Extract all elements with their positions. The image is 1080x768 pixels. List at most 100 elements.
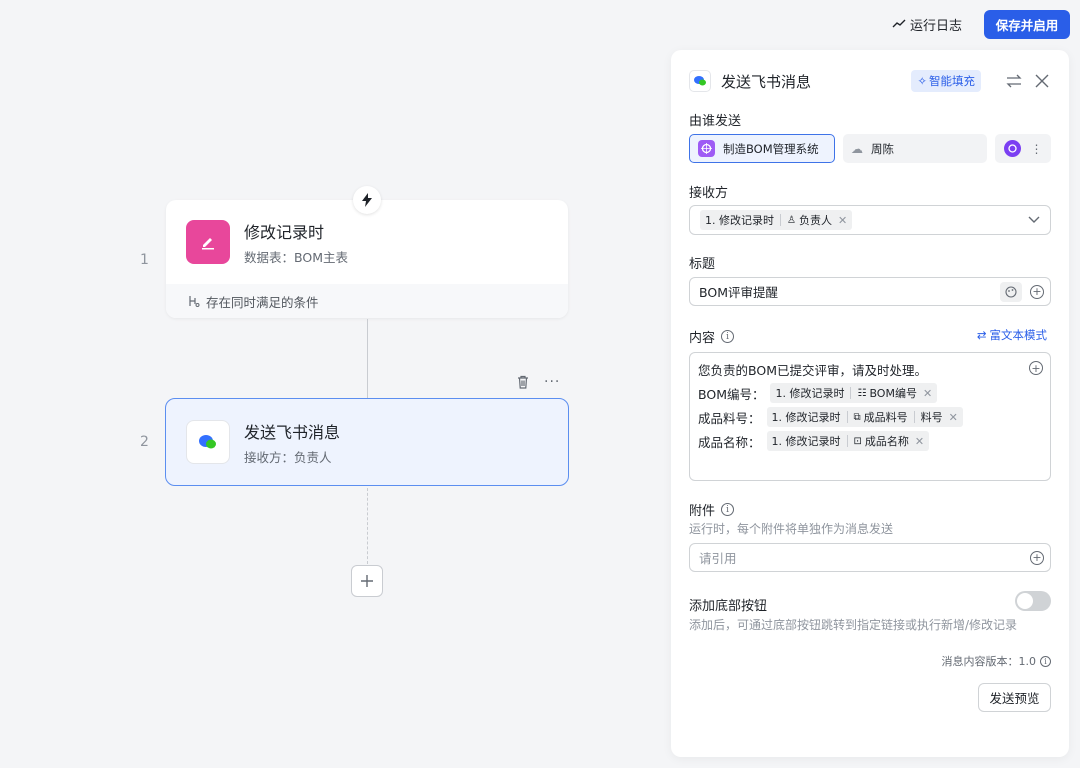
content-tag-source: 1. 修改记录时 [771, 411, 841, 424]
user-avatar-icon: ☁ [851, 141, 863, 156]
dashed-connector [367, 488, 368, 564]
run-log-button[interactable]: 运行日志 [892, 10, 962, 38]
step-number-2: 2 [140, 434, 149, 450]
tag-remove-icon[interactable]: ✕ [923, 387, 932, 400]
sender-option-app-label: 制造BOM管理系统 [723, 141, 819, 156]
trigger-node-title: 修改记录时 [244, 222, 325, 242]
palette-icon[interactable] [1000, 281, 1022, 302]
condition-label: 存在同时满足的条件 [206, 294, 319, 310]
content-tag: 1. 修改记录时 ⧉ 成品料号 料号 ✕ [766, 407, 963, 427]
list-icon: ☷ [857, 387, 867, 399]
receiver-tag-field: 负责人 [798, 214, 832, 227]
title-input[interactable]: BOM评审提醒 + [689, 277, 1051, 306]
trend-icon [892, 19, 906, 28]
content-line-prefix: BOM编号： [698, 386, 765, 402]
content-tag-field: BOM编号 [869, 387, 917, 400]
sparkle-icon: ✧ [917, 74, 927, 88]
tag-remove-icon[interactable]: ✕ [949, 411, 958, 424]
receiver-label: 接收方 [689, 186, 729, 201]
app-circle-icon [1003, 140, 1021, 157]
title-label: 标题 [689, 257, 716, 272]
app-logo-icon [698, 140, 715, 157]
content-label-row: 内容 i [689, 327, 735, 346]
attachment-label-row: 附件 i [689, 500, 735, 519]
content-editor[interactable]: 您负责的BOM已提交评审，请及时处理。 BOM编号： 1. 修改记录时 ☷ BO… [689, 352, 1051, 481]
content-tag: 1. 修改记录时 ☷ BOM编号 ✕ [770, 383, 938, 403]
trigger-node[interactable]: 修改记录时 数据表：BOM主表 存在同时满足的条件 [166, 200, 568, 318]
feishu-app-icon [689, 70, 711, 92]
rich-text-mode-button[interactable]: ⇄ 富文本模式 [977, 327, 1047, 343]
title-value: BOM评审提醒 [699, 285, 778, 300]
version-row: 消息内容版本：1.0 i [941, 653, 1051, 669]
save-and-enable-button[interactable]: 保存并启用 [984, 10, 1070, 39]
attachment-placeholder: 请引用 [699, 551, 737, 566]
add-reference-icon[interactable]: + [1030, 550, 1044, 565]
info-icon[interactable]: i [1040, 655, 1051, 667]
info-icon[interactable]: i [721, 330, 735, 343]
vertical-more-icon[interactable]: ⋮ [1031, 142, 1043, 156]
run-log-label: 运行日志 [910, 18, 963, 34]
swap-icon[interactable] [1005, 72, 1023, 90]
content-line: BOM编号： 1. 修改记录时 ☷ BOM编号 ✕ [698, 381, 1042, 405]
content-tag-field: 成品名称 [864, 435, 909, 448]
lightning-icon [353, 186, 381, 214]
send-preview-button[interactable]: 发送预览 [978, 683, 1051, 712]
content-line: 成品名称： 1. 修改记录时 ⊡ 成品名称 ✕ [698, 429, 1042, 453]
step-number-1: 1 [140, 252, 149, 268]
action-node-subtitle: 接收方：负责人 [244, 449, 332, 465]
content-label: 内容 [689, 331, 716, 346]
close-icon[interactable] [1033, 72, 1051, 90]
edit-icon [186, 220, 230, 264]
action-node-title: 发送飞书消息 [244, 422, 341, 442]
trash-icon[interactable] [516, 375, 530, 389]
more-icon[interactable]: ··· [544, 374, 560, 390]
sender-option-user-label: 周陈 [871, 141, 894, 156]
branch-icon [189, 296, 200, 307]
add-reference-icon[interactable]: + [1030, 284, 1044, 299]
condition-row[interactable]: 存在同时满足的条件 [166, 284, 568, 318]
table-field-icon: ⊡ [853, 435, 862, 447]
lookup-icon: ⧉ [853, 411, 861, 423]
trigger-node-subtitle: 数据表：BOM主表 [244, 249, 348, 265]
receiver-tag: 1. 修改记录时 ♙ 负责人 ✕ [700, 210, 853, 230]
sender-option-app[interactable]: 制造BOM管理系统 [689, 134, 835, 163]
receiver-tag-source: 1. 修改记录时 [705, 214, 774, 227]
smart-fill-button[interactable]: ✧ 智能填充 [911, 70, 981, 92]
bottom-button-hint: 添加后，可通过底部按钮跳转到指定链接或执行新增/修改记录 [689, 618, 1018, 632]
content-line-prefix: 成品料号： [698, 410, 761, 426]
plus-icon [361, 575, 373, 587]
person-icon: ♙ [787, 214, 796, 226]
feishu-message-icon [186, 420, 230, 464]
bottom-button-toggle[interactable] [1015, 591, 1051, 611]
smart-fill-label: 智能填充 [929, 74, 975, 88]
add-node-button[interactable] [351, 565, 383, 597]
config-panel: 发送飞书消息 ✧ 智能填充 由谁发送 制造BOM管理系统 ☁ 周陈 ⋮ 接收方 … [671, 50, 1069, 757]
receiver-select[interactable]: 1. 修改记录时 ♙ 负责人 ✕ [689, 205, 1051, 235]
content-line: 成品料号： 1. 修改记录时 ⧉ 成品料号 料号 ✕ [698, 405, 1042, 429]
bottom-button-label: 添加底部按钮 [689, 599, 768, 614]
content-tag-source: 1. 修改记录时 [771, 435, 841, 448]
rich-text-mode-label: 富文本模式 [989, 328, 1048, 342]
panel-title: 发送飞书消息 [721, 72, 812, 91]
content-tag-field: 成品料号 [863, 411, 908, 424]
chevron-down-icon [1028, 216, 1040, 223]
version-label: 消息内容版本：1.0 [941, 655, 1037, 668]
content-tag-subfield: 料号 [920, 411, 943, 424]
tag-remove-icon[interactable]: ✕ [915, 435, 924, 448]
sender-more[interactable]: ⋮ [995, 134, 1051, 163]
add-reference-icon[interactable]: + [1029, 361, 1043, 375]
attachment-label: 附件 [689, 504, 716, 519]
connector-line [367, 319, 368, 398]
content-first-line: 您负责的BOM已提交评审，请及时处理。 [698, 362, 927, 378]
tag-remove-icon[interactable]: ✕ [838, 214, 847, 227]
sender-label: 由谁发送 [689, 114, 742, 129]
attachment-hint: 运行时，每个附件将单独作为消息发送 [689, 522, 894, 536]
action-node[interactable]: 发送飞书消息 接收方：负责人 [165, 398, 569, 486]
switch-icon: ⇄ [976, 328, 987, 342]
content-tag: 1. 修改记录时 ⊡ 成品名称 ✕ [766, 431, 930, 451]
content-tag-source: 1. 修改记录时 [775, 387, 845, 400]
content-line-prefix: 成品名称： [698, 434, 761, 450]
sender-option-user[interactable]: ☁ 周陈 [843, 134, 987, 163]
attachment-input[interactable]: 请引用 + [689, 543, 1051, 572]
info-icon[interactable]: i [721, 503, 735, 516]
